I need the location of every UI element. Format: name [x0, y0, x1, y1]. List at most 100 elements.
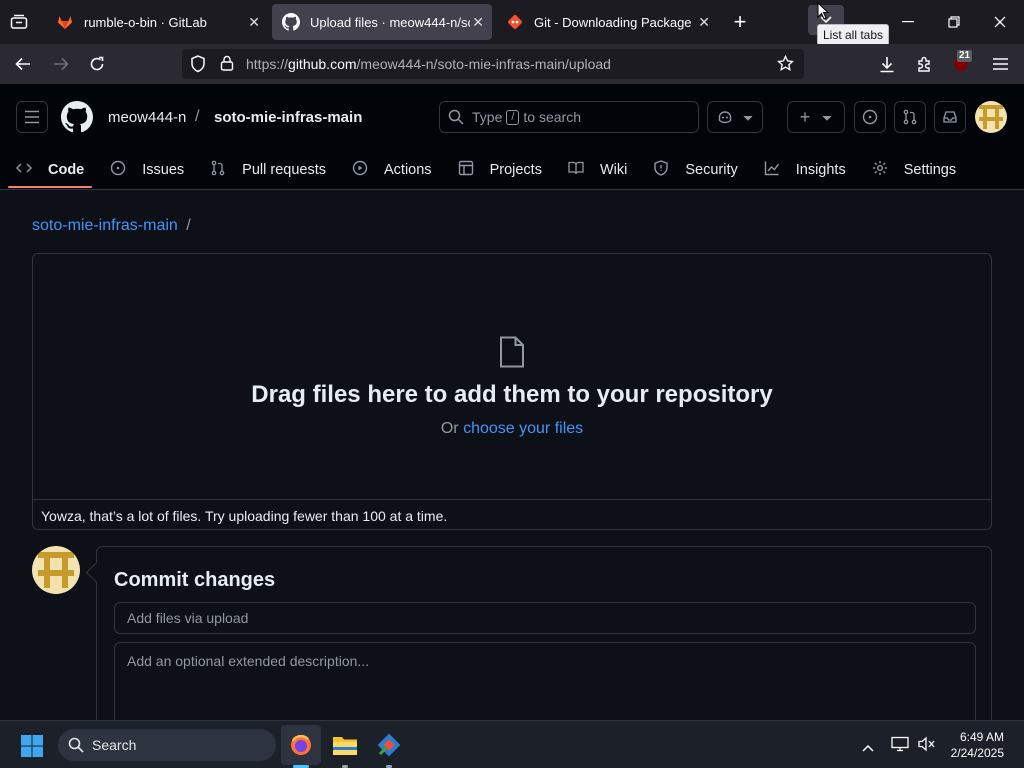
search-shortcut-key: /	[506, 109, 520, 125]
restore-icon[interactable]	[944, 12, 964, 32]
avatar	[32, 546, 80, 594]
tab-pull-requests[interactable]: Pull requests	[210, 150, 326, 190]
copilot-button[interactable]	[707, 101, 763, 133]
tab-label: Code	[48, 162, 85, 178]
repo-nav: Code Issues Pull requests Actions Projec…	[7, 150, 982, 190]
tab-title: Git - Downloading Package	[534, 14, 692, 30]
tab-label: Projects	[489, 162, 542, 178]
tab-insights[interactable]: Insights	[764, 150, 846, 190]
file-explorer-icon[interactable]	[332, 733, 358, 762]
back-icon[interactable]	[12, 53, 34, 75]
tab-issues[interactable]: Issues	[110, 150, 184, 190]
tab-label: Pull requests	[242, 162, 326, 178]
tab-settings[interactable]: Settings	[872, 150, 956, 190]
chevron-up-icon[interactable]	[862, 739, 874, 757]
git-gui-taskbar-icon[interactable]	[376, 732, 402, 763]
tab-gitlab[interactable]: rumble-o-bin · GitLab ✕	[46, 4, 268, 40]
menu-hamburger-icon[interactable]	[989, 53, 1011, 75]
breadcrumb: soto-mie-infras-main /	[32, 217, 191, 235]
inbox-button[interactable]	[934, 101, 966, 133]
tab-title: Upload files · meow444-n/soto-mie-infras…	[310, 14, 470, 30]
drop-title: Drag files here to add them to your repo…	[251, 381, 773, 408]
tab-overview-icon[interactable]	[8, 12, 30, 32]
pull-requests-button[interactable]	[894, 101, 926, 133]
mouse-cursor-icon	[817, 1, 830, 25]
choose-files-link[interactable]: choose your files	[463, 420, 583, 437]
search-input[interactable]: Type / to search	[439, 101, 699, 133]
url-bar[interactable]: https://github.com/meow444-n/soto-mie-in…	[182, 49, 804, 79]
breadcrumb-repo-link[interactable]: soto-mie-infras-main	[32, 217, 178, 234]
search-placeholder-suffix: to search	[523, 109, 582, 125]
gear-icon	[872, 160, 896, 180]
repo-path-separator: /	[195, 108, 200, 125]
copilot-icon	[717, 109, 733, 125]
drop-subtitle: Or choose your files	[33, 420, 991, 438]
gitlab-icon	[56, 13, 74, 31]
bookmark-star-icon[interactable]	[777, 54, 794, 75]
github-logo-icon[interactable]	[61, 101, 93, 138]
taskbar-clock[interactable]: 6:49 AM 2/24/2025	[951, 729, 1004, 761]
new-tab-icon[interactable]: +	[728, 9, 752, 34]
volume-muted-icon[interactable]	[918, 736, 936, 757]
close-window-icon[interactable]	[990, 12, 1010, 32]
github-header: meow444-n / soto-mie-infras-main Type / …	[0, 84, 1024, 190]
url-text: https://github.com/meow444-n/soto-mie-in…	[246, 56, 611, 72]
upload-warning: Yowza, that’s a lot of files. Try upload…	[33, 499, 991, 530]
shield-tracking-icon[interactable]	[190, 55, 208, 73]
list-all-tabs-tooltip: List all tabs	[817, 24, 890, 46]
tab-projects[interactable]: Projects	[458, 150, 542, 190]
tab-actions[interactable]: Actions	[352, 150, 432, 190]
repo-name-link[interactable]: soto-mie-infras-main	[214, 109, 362, 126]
search-placeholder-prefix: Type	[472, 109, 503, 125]
firefox-taskbar-icon[interactable]	[281, 725, 321, 765]
tab-title: rumble-o-bin · GitLab	[84, 14, 207, 30]
issues-button[interactable]	[854, 101, 886, 133]
tab-label: Wiki	[599, 162, 628, 178]
commit-summary-input[interactable]	[114, 602, 976, 634]
minimize-icon[interactable]	[898, 12, 918, 32]
tab-github-upload[interactable]: Upload files · meow444-n/soto-mie-infras…	[272, 4, 492, 40]
book-icon	[568, 160, 592, 180]
user-avatar[interactable]	[975, 101, 1007, 133]
breadcrumb-separator: /	[186, 217, 191, 234]
create-new-button[interactable]: +	[787, 101, 845, 133]
commit-changes-panel: Commit changes	[96, 546, 992, 742]
taskbar-search[interactable]: Search	[58, 729, 276, 761]
url-prefix: https://	[246, 56, 289, 72]
tab-security[interactable]: Security	[653, 150, 738, 190]
url-path: /meow444-n/soto-mie-infras-main/upload	[356, 56, 611, 72]
search-icon	[448, 109, 464, 125]
file-drop-zone[interactable]: Drag files here to add them to your repo…	[32, 253, 992, 530]
github-top-bar: meow444-n / soto-mie-infras-main Type / …	[0, 84, 1024, 150]
global-menu-button[interactable]	[16, 101, 48, 133]
tab-label: Settings	[903, 162, 957, 178]
code-icon	[15, 160, 40, 180]
repo-owner-link[interactable]: meow444-n	[108, 109, 186, 126]
extension-badge: 21	[957, 50, 973, 62]
tab-code[interactable]: Code	[7, 150, 93, 190]
issue-icon	[110, 160, 134, 180]
commit-title: Commit changes	[114, 569, 276, 591]
git-icon	[506, 13, 524, 31]
windows-start-icon[interactable]	[20, 734, 44, 763]
network-icon[interactable]	[891, 736, 909, 757]
lock-icon[interactable]	[220, 55, 236, 73]
close-icon[interactable]: ✕	[472, 14, 484, 31]
forward-icon[interactable]	[50, 53, 72, 75]
taskbar-search-label: Search	[92, 737, 137, 753]
browser-nav-bar: https://github.com/meow444-n/soto-mie-in…	[0, 44, 1024, 84]
tab-label: Security	[685, 162, 738, 178]
play-icon	[352, 160, 376, 180]
reload-icon[interactable]	[86, 53, 108, 75]
tab-wiki[interactable]: Wiki	[568, 150, 627, 190]
windows-taskbar: Search 6:49 AM 2/24/2025	[0, 720, 1024, 768]
table-icon	[458, 160, 482, 180]
drop-or-text: Or	[440, 420, 459, 437]
chevron-down-icon	[743, 108, 753, 126]
search-icon	[68, 737, 84, 753]
close-icon[interactable]: ✕	[248, 14, 260, 31]
close-icon[interactable]: ✕	[698, 14, 710, 31]
tab-git-download[interactable]: Git - Downloading Package ✕	[496, 4, 718, 40]
extensions-icon[interactable]	[913, 53, 935, 75]
downloads-icon[interactable]	[876, 53, 898, 75]
